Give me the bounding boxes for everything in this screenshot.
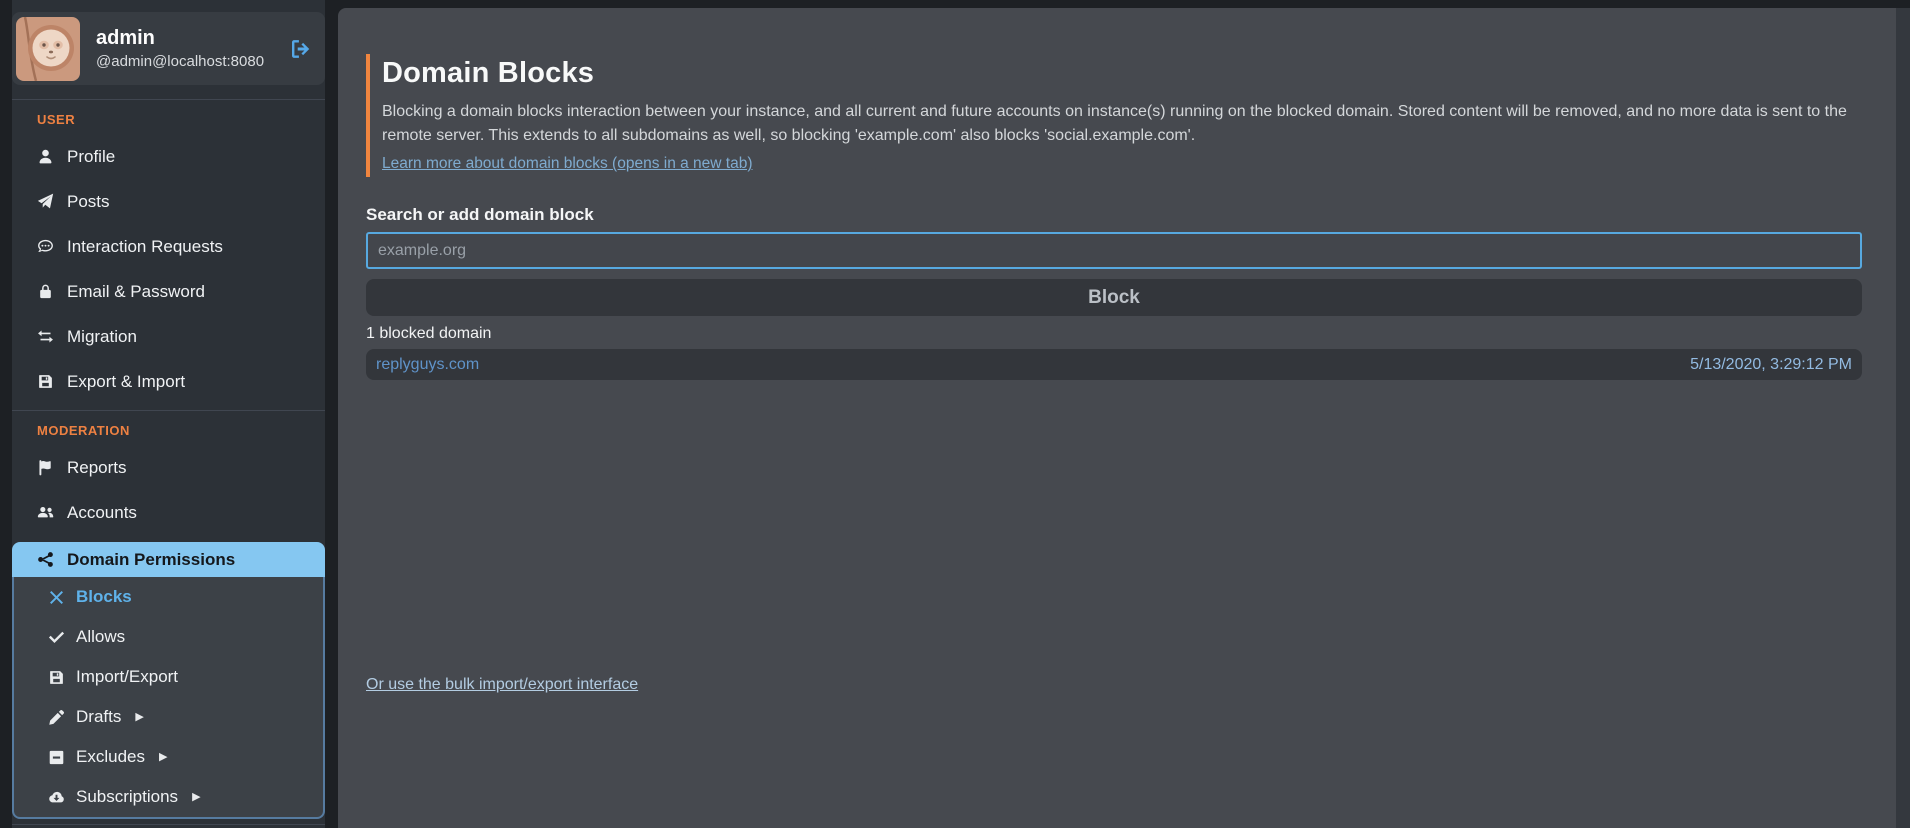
sidebar-item-label: Subscriptions	[76, 787, 178, 807]
sidebar-item-label: Reports	[67, 458, 127, 478]
floppy-disk-icon	[37, 373, 54, 390]
sidebar-item-excludes[interactable]: Excludes ▶	[14, 737, 323, 777]
page-description: Blocking a domain blocks interaction bet…	[382, 100, 1862, 148]
scrollbar[interactable]	[1896, 8, 1910, 828]
sidebar-item-label: Domain Permissions	[67, 550, 235, 570]
comment-dots-icon	[37, 238, 54, 255]
blocked-domain-date: 5/13/2020, 3:29:12 PM	[1690, 356, 1852, 374]
user-info: admin @admin@localhost:8080	[96, 25, 264, 73]
caret-right-icon: ▶	[135, 707, 143, 727]
sidebar-item-label: Allows	[76, 627, 125, 647]
sidebar-item-profile[interactable]: Profile	[12, 134, 325, 179]
bulk-import-export-link[interactable]: Or use the bulk import/export interface	[366, 676, 638, 694]
sidebar-item-label: Profile	[67, 147, 115, 167]
page-title: Domain Blocks	[382, 56, 1862, 90]
share-nodes-icon	[37, 551, 54, 568]
minus-square-icon	[48, 749, 64, 765]
sidebar-item-label: Interaction Requests	[67, 237, 223, 257]
section-label-moderation: MODERATION	[12, 411, 325, 437]
sign-out-icon[interactable]	[289, 37, 313, 61]
blocked-domain-name: replyguys.com	[376, 356, 479, 374]
sidebar-item-label: Import/Export	[76, 667, 178, 687]
sidebar-item-blocks[interactable]: Blocks	[14, 577, 323, 617]
flag-icon	[37, 459, 54, 476]
sidebar-item-label: Accounts	[67, 503, 137, 523]
learn-more-link[interactable]: Learn more about domain blocks (opens in…	[382, 155, 753, 172]
main-panel: Domain Blocks Blocking a domain blocks i…	[338, 8, 1910, 828]
caret-right-icon: ▶	[159, 747, 167, 767]
sidebar-item-import-export[interactable]: Import/Export	[14, 657, 323, 697]
sidebar-item-domain-permissions[interactable]: Domain Permissions	[12, 542, 325, 577]
sidebar: admin @admin@localhost:8080 USER Profile…	[12, 0, 325, 828]
sidebar-item-accounts[interactable]: Accounts	[12, 490, 325, 535]
page-heading-block: Domain Blocks Blocking a domain blocks i…	[366, 54, 1862, 177]
x-icon	[48, 589, 64, 605]
sidebar-item-label: Posts	[67, 192, 110, 212]
sidebar-item-label: Excludes	[76, 747, 145, 767]
sidebar-item-drafts[interactable]: Drafts ▶	[14, 697, 323, 737]
sidebar-item-label: Drafts	[76, 707, 121, 727]
sidebar-item-migration[interactable]: Migration	[12, 314, 325, 359]
sidebar-item-allows[interactable]: Allows	[14, 617, 323, 657]
user-nav: Profile Posts Interaction Requests Email…	[12, 134, 325, 404]
domain-permissions-submenu: Blocks Allows Import/Export Drafts ▶	[12, 577, 325, 819]
paper-plane-icon	[37, 193, 54, 210]
pencil-icon	[48, 709, 64, 725]
sidebar-item-export-import[interactable]: Export & Import	[12, 359, 325, 404]
layout-gutter	[325, 0, 338, 828]
sidebar-item-label: Email & Password	[67, 282, 205, 302]
lock-icon	[37, 283, 54, 300]
divider	[12, 824, 325, 825]
caret-right-icon: ▶	[192, 787, 200, 807]
sidebar-item-email-password[interactable]: Email & Password	[12, 269, 325, 314]
blocked-count: 1 blocked domain	[366, 324, 1862, 344]
block-button[interactable]: Block	[366, 279, 1862, 316]
sidebar-item-subscriptions[interactable]: Subscriptions ▶	[14, 777, 323, 817]
sidebar-item-label: Blocks	[76, 587, 132, 607]
search-label: Search or add domain block	[366, 205, 1862, 225]
user-icon	[37, 148, 54, 165]
sidebar-item-interaction-requests[interactable]: Interaction Requests	[12, 224, 325, 269]
cloud-download-icon	[48, 789, 64, 805]
check-icon	[48, 629, 64, 645]
domain-permissions-group: Domain Permissions Blocks Allows Import/…	[12, 542, 325, 819]
blocked-domain-row[interactable]: replyguys.com 5/13/2020, 3:29:12 PM	[366, 349, 1862, 380]
domain-search-input[interactable]	[366, 232, 1862, 269]
user-handle: @admin@localhost:8080	[96, 51, 264, 73]
floppy-disk-icon	[48, 669, 64, 685]
sidebar-item-reports[interactable]: Reports	[12, 445, 325, 490]
sloth-avatar[interactable]	[16, 17, 80, 81]
sidebar-item-label: Migration	[67, 327, 137, 347]
section-label-user: USER	[12, 100, 325, 126]
users-icon	[37, 504, 54, 521]
moderation-nav: Reports Accounts	[12, 445, 325, 535]
exchange-arrows-icon	[37, 328, 54, 345]
user-card: admin @admin@localhost:8080	[12, 12, 325, 85]
user-name: admin	[96, 25, 264, 51]
sidebar-item-posts[interactable]: Posts	[12, 179, 325, 224]
sidebar-item-label: Export & Import	[67, 372, 185, 392]
